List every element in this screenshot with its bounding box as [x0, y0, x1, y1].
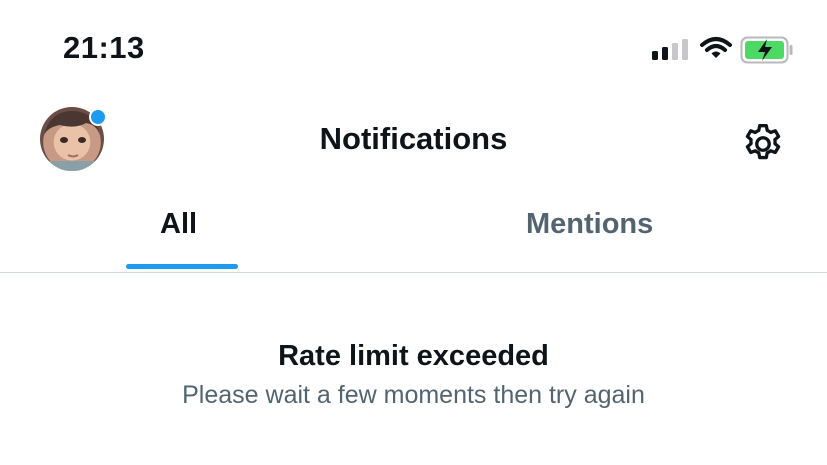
- tab-mentions[interactable]: Mentions: [526, 208, 653, 241]
- error-subtitle: Please wait a few moments then try again: [182, 381, 645, 409]
- tab-all[interactable]: All: [160, 208, 197, 241]
- tab-bar: All Mentions: [0, 196, 827, 272]
- page-title: Notifications: [319, 121, 508, 156]
- cellular-signal-icon: [652, 38, 690, 65]
- tab-active-indicator: [126, 264, 238, 269]
- battery-charging-icon: [740, 36, 794, 69]
- divider: [0, 272, 827, 273]
- header: Notifications: [0, 100, 827, 180]
- status-time: 21:13: [63, 30, 145, 65]
- wifi-icon: [700, 36, 732, 65]
- empty-state: Rate limit exceeded Please wait a few mo…: [0, 340, 827, 410]
- settings-button[interactable]: [740, 121, 786, 167]
- status-bar: 21:13: [0, 0, 827, 100]
- error-title: Rate limit exceeded: [278, 340, 549, 372]
- gear-icon: [745, 124, 781, 160]
